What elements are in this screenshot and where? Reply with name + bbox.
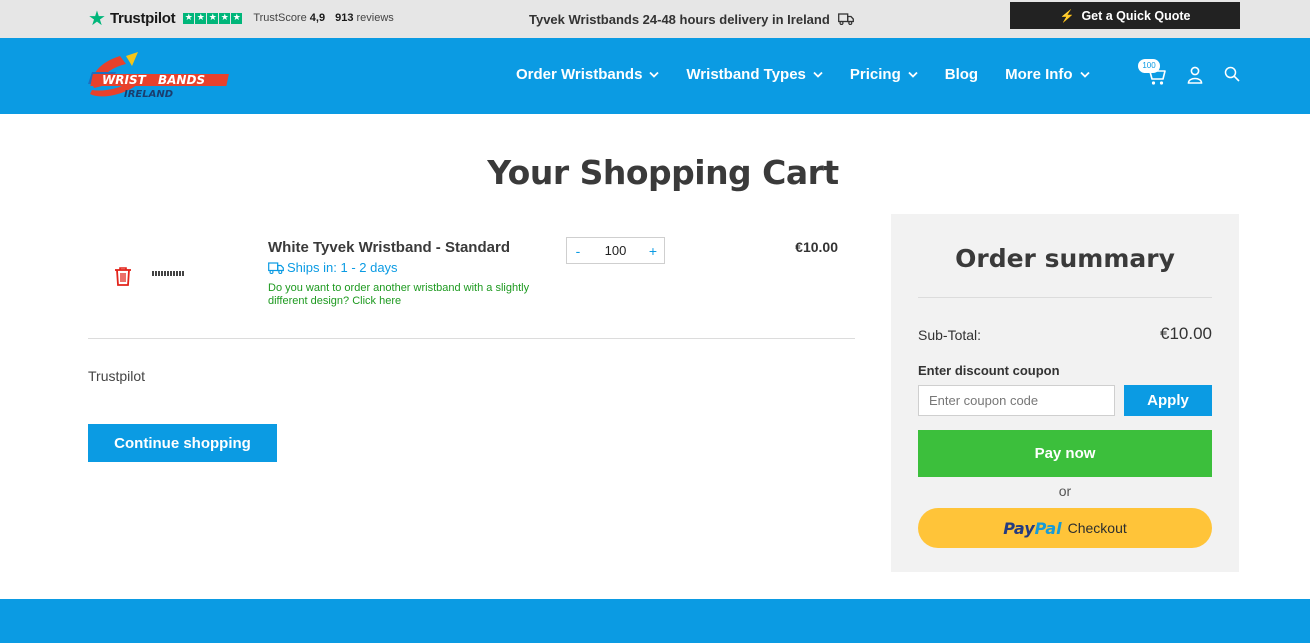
pay-now-button[interactable]: Pay now xyxy=(918,430,1212,477)
nav-blog[interactable]: Blog xyxy=(945,66,978,83)
footer-bar xyxy=(0,599,1310,643)
order-different-design-link[interactable]: Do you want to order another wristband w… xyxy=(268,282,558,308)
paypal-logo: PayPal xyxy=(1003,518,1062,538)
coupon-label: Enter discount coupon xyxy=(918,363,1060,378)
line-item-price: €10.00 xyxy=(795,239,838,255)
chevron-down-icon xyxy=(1079,71,1090,78)
wristbands-ireland-logo[interactable]: WRIST BANDS IRELAND xyxy=(86,50,236,102)
user-icon[interactable] xyxy=(1187,66,1203,84)
product-name[interactable]: White Tyvek Wristband - Standard xyxy=(268,239,510,256)
subtotal-value: €10.00 xyxy=(1160,324,1212,343)
star-icon: ★ xyxy=(231,12,243,24)
chevron-down-icon xyxy=(649,71,660,78)
order-summary-panel: Order summary Sub-Total: €10.00 Enter di… xyxy=(891,214,1239,572)
trustscore: TrustScore 4,9 xyxy=(253,12,326,24)
lightning-icon: ⚡ xyxy=(1059,8,1075,23)
logo-text-wrist: WRIST xyxy=(102,73,147,87)
chevron-down-icon xyxy=(908,71,918,78)
product-thumbnail xyxy=(152,271,184,276)
quantity-decrease-button[interactable]: - xyxy=(567,243,589,259)
main-navbar: WRIST BANDS IRELAND Order Wristbands Wri… xyxy=(0,38,1310,114)
or-separator: or xyxy=(1058,483,1072,499)
nav-pricing[interactable]: Pricing xyxy=(850,66,918,83)
apply-coupon-button[interactable]: Apply xyxy=(1124,385,1212,416)
star-icon: ★ xyxy=(195,12,207,24)
review-count: 913 reviews xyxy=(335,12,394,24)
order-summary-title: Order summary xyxy=(955,244,1175,273)
star-icon: ★ xyxy=(219,12,231,24)
summary-divider xyxy=(918,297,1212,298)
trustpilot-rating-stars: ★ ★ ★ ★ ★ xyxy=(183,12,243,24)
shipping-info: Ships in: 1 - 2 days xyxy=(268,260,398,275)
logo-text-ireland: IRELAND xyxy=(124,89,173,100)
search-icon[interactable] xyxy=(1224,66,1240,82)
delivery-text: Tyvek Wristbands 24-48 hours delivery in… xyxy=(529,11,830,27)
trustpilot-widget[interactable]: Trustpilot xyxy=(88,368,145,384)
nav-wristband-types[interactable]: Wristband Types xyxy=(686,66,823,83)
chevron-down-icon xyxy=(813,71,823,78)
coupon-input[interactable] xyxy=(918,385,1115,416)
quick-quote-button[interactable]: ⚡ Get a Quick Quote xyxy=(1010,2,1240,29)
cart-count-badge: 100 xyxy=(1138,59,1160,73)
logo-text-bands: BANDS xyxy=(158,73,205,87)
paypal-checkout-button[interactable]: PayPal Checkout xyxy=(918,508,1212,548)
nav-order-wristbands[interactable]: Order Wristbands xyxy=(516,66,660,83)
star-icon: ★ xyxy=(207,12,219,24)
trash-icon[interactable] xyxy=(114,266,132,286)
delivery-banner: Tyvek Wristbands 24-48 hours delivery in… xyxy=(529,7,854,31)
quantity-stepper: - 100 + xyxy=(566,237,665,264)
top-bar: ★ Trustpilot ★ ★ ★ ★ ★ TrustScore 4,9 91… xyxy=(0,0,1310,38)
truck-icon xyxy=(837,13,854,25)
nav-more-info[interactable]: More Info xyxy=(1005,66,1090,83)
quantity-increase-button[interactable]: + xyxy=(642,243,664,259)
cart-divider xyxy=(88,338,855,339)
quantity-value[interactable]: 100 xyxy=(605,243,627,258)
trustpilot-star-icon: ★ xyxy=(88,6,106,30)
truck-icon xyxy=(268,261,284,274)
primary-nav: Order Wristbands Wristband Types Pricing… xyxy=(516,66,1117,83)
paypal-checkout-label: Checkout xyxy=(1067,520,1127,536)
trustpilot-name: Trustpilot xyxy=(110,9,176,27)
star-icon: ★ xyxy=(183,12,195,24)
trustpilot-summary[interactable]: ★ Trustpilot ★ ★ ★ ★ ★ TrustScore 4,9 91… xyxy=(88,6,394,30)
continue-shopping-button[interactable]: Continue shopping xyxy=(88,424,277,462)
subtotal-label: Sub-Total: xyxy=(918,327,982,343)
page-title: Your Shopping Cart xyxy=(487,153,839,192)
